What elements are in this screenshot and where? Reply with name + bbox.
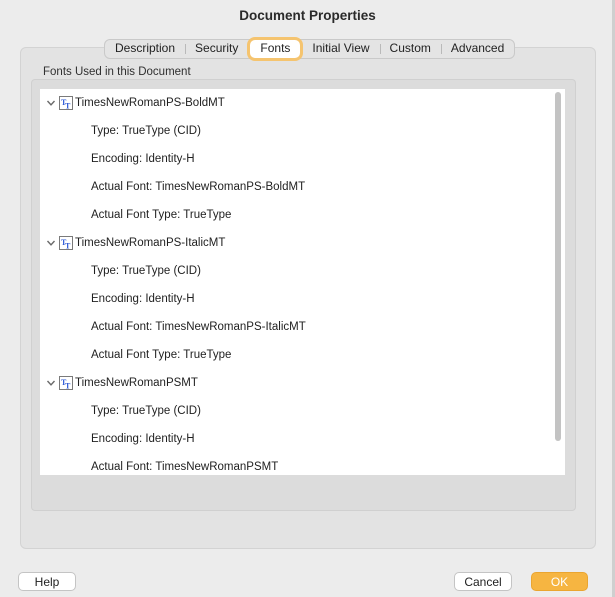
font-tree-row[interactable]: TT TimesNewRomanPS-ItalicMT bbox=[40, 229, 565, 257]
scrollbar-thumb[interactable] bbox=[555, 92, 561, 441]
tab-initial-view[interactable]: Initial View bbox=[302, 40, 379, 58]
font-property: Type: TrueType (CID) bbox=[91, 405, 201, 417]
font-tree-row[interactable]: TT TimesNewRomanPS-BoldMT bbox=[40, 89, 565, 117]
chevron-down-icon[interactable] bbox=[46, 238, 56, 248]
chevron-down-icon[interactable] bbox=[46, 98, 56, 108]
truetype-font-icon: TT bbox=[59, 96, 73, 110]
truetype-font-icon: TT bbox=[59, 236, 73, 250]
font-group: TT TimesNewRomanPSMT Type: TrueType (CID… bbox=[40, 369, 565, 475]
font-property: Encoding: Identity-H bbox=[91, 153, 195, 165]
ok-button[interactable]: OK bbox=[531, 572, 588, 591]
vertical-scrollbar[interactable] bbox=[555, 92, 562, 472]
tab-security[interactable]: Security bbox=[185, 40, 248, 58]
tab-advanced[interactable]: Advanced bbox=[440, 40, 514, 58]
truetype-font-icon: TT bbox=[59, 376, 73, 390]
font-name: TimesNewRomanPS-BoldMT bbox=[75, 97, 225, 109]
font-property: Actual Font: TimesNewRomanPS-ItalicMT bbox=[91, 321, 306, 333]
tab-custom[interactable]: Custom bbox=[379, 40, 441, 58]
font-tree-row[interactable]: TT TimesNewRomanPSMT bbox=[40, 369, 565, 397]
fonts-tree[interactable]: TT TimesNewRomanPS-BoldMT Type: TrueType… bbox=[40, 89, 565, 475]
font-name: TimesNewRomanPS-ItalicMT bbox=[75, 237, 226, 249]
svg-text:T: T bbox=[65, 242, 71, 251]
font-property: Type: TrueType (CID) bbox=[91, 125, 201, 137]
font-name: TimesNewRomanPSMT bbox=[75, 377, 198, 389]
font-property: Actual Font Type: TrueType bbox=[91, 349, 232, 361]
tab-description[interactable]: Description bbox=[105, 40, 185, 58]
tab-fonts[interactable]: Fonts bbox=[250, 40, 301, 58]
font-property: Type: TrueType (CID) bbox=[91, 265, 201, 277]
svg-text:T: T bbox=[65, 102, 71, 111]
font-property: Actual Font Type: TrueType bbox=[91, 209, 232, 221]
font-property: Encoding: Identity-H bbox=[91, 433, 195, 445]
dialog-title: Document Properties bbox=[239, 8, 376, 23]
tab-bar: Description Security Fonts Initial View … bbox=[104, 39, 516, 59]
chevron-down-icon[interactable] bbox=[46, 378, 56, 388]
svg-text:T: T bbox=[65, 382, 71, 391]
font-property: Actual Font: TimesNewRomanPSMT bbox=[91, 461, 279, 473]
help-button[interactable]: Help bbox=[18, 572, 76, 591]
font-group: TT TimesNewRomanPS-ItalicMT Type: TrueTy… bbox=[40, 229, 565, 369]
font-group: TT TimesNewRomanPS-BoldMT Type: TrueType… bbox=[40, 89, 565, 229]
font-property: Actual Font: TimesNewRomanPS-BoldMT bbox=[91, 181, 306, 193]
cancel-button[interactable]: Cancel bbox=[454, 572, 512, 591]
font-property: Encoding: Identity-H bbox=[91, 293, 195, 305]
fonts-section-label: Fonts Used in this Document bbox=[43, 66, 191, 78]
